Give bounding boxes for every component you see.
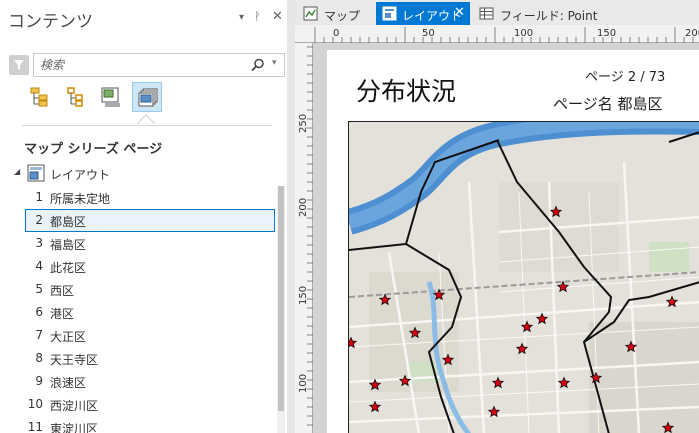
page-num: 6 bbox=[35, 305, 43, 319]
page-number-text[interactable]: ページ 2 / 73 bbox=[585, 66, 665, 85]
h-tick-label: 0 bbox=[333, 28, 339, 39]
page-num: 1 bbox=[35, 190, 43, 204]
page-list-item[interactable]: 7 大正区 bbox=[25, 324, 275, 347]
contents-pane: コンテンツ ▾ ᚹ ✕ ▾ bbox=[0, 0, 287, 433]
tab-fields[interactable]: フィールド: Point bbox=[473, 2, 603, 25]
scrollbar-thumb[interactable] bbox=[278, 186, 284, 411]
draw-order-icon bbox=[30, 87, 48, 107]
page-name: 都島区 bbox=[50, 215, 87, 229]
list-by-drawing-order-button[interactable] bbox=[24, 82, 54, 112]
list-map-frames-button[interactable] bbox=[96, 82, 126, 112]
page-name: 港区 bbox=[50, 307, 75, 321]
tab-label: レイアウト bbox=[402, 9, 463, 23]
page-list-item[interactable]: 1 所属未定地 bbox=[25, 186, 275, 209]
pane-scrollbar[interactable] bbox=[277, 186, 285, 433]
view-tab-bar: マップ レイアウト ✕ フィールド: Point bbox=[295, 0, 699, 25]
park-area bbox=[649, 242, 689, 272]
tree-root-label: レイアウト bbox=[50, 168, 111, 182]
page-num: 3 bbox=[35, 236, 43, 250]
page-list-item[interactable]: 6 港区 bbox=[25, 301, 275, 324]
pane-header: コンテンツ ▾ ᚹ ✕ bbox=[0, 0, 287, 38]
h-tick-label: 150 bbox=[597, 28, 616, 39]
page-list-item[interactable]: 4 此花区 bbox=[25, 255, 275, 278]
page-num: 8 bbox=[35, 351, 43, 365]
page-num: 4 bbox=[35, 259, 43, 273]
page-name: 天王寺区 bbox=[50, 353, 99, 367]
page-list-item[interactable]: 8 天王寺区 bbox=[25, 347, 275, 370]
collapse-arrow-icon[interactable]: ◢ bbox=[14, 167, 20, 176]
page-name: 浪速区 bbox=[50, 376, 87, 390]
horizontal-ruler[interactable]: 0 50 100 150 200 bbox=[295, 25, 699, 43]
v-tick-label: 250 bbox=[298, 114, 309, 133]
map-series-pages-icon bbox=[138, 88, 158, 107]
close-tab-button[interactable]: ✕ bbox=[454, 5, 465, 20]
page-list-item[interactable]: 5 西区 bbox=[25, 278, 275, 301]
vertical-ruler[interactable]: 250 200 150 100 bbox=[295, 43, 313, 433]
page-num: 7 bbox=[35, 328, 43, 342]
tree-root-layout[interactable]: ◢ レイアウト bbox=[14, 163, 274, 183]
layout-icon bbox=[27, 164, 45, 182]
h-tick-label: 50 bbox=[422, 28, 435, 39]
page-num: 5 bbox=[35, 282, 43, 296]
h-tick-label: 200 bbox=[685, 28, 699, 39]
tab-label: フィールド: Point bbox=[500, 9, 598, 23]
page-list: 1 所属未定地 2 都島区 3 福島区 4 此花区 5 西区 6 港区 7 大正区 8 天王寺区… bbox=[25, 186, 275, 433]
tab-layout[interactable]: レイアウト ✕ bbox=[376, 2, 470, 25]
tab-label: マップ bbox=[324, 9, 361, 23]
section-heading: マップ シリーズ ページ bbox=[24, 142, 163, 157]
table-icon bbox=[479, 7, 494, 20]
active-view-pointer bbox=[137, 114, 155, 124]
v-tick-label: 150 bbox=[298, 286, 309, 305]
pane-title: コンテンツ bbox=[8, 12, 93, 32]
map-image bbox=[349, 122, 699, 433]
pane-divider[interactable] bbox=[287, 0, 295, 433]
close-pane-button[interactable]: ✕ bbox=[272, 9, 283, 24]
search-input[interactable] bbox=[40, 57, 240, 73]
chevron-down-icon[interactable]: ▾ bbox=[272, 58, 277, 68]
page-num: 9 bbox=[35, 374, 43, 388]
page-name: 東淀川区 bbox=[50, 422, 99, 433]
filter-button[interactable] bbox=[9, 55, 29, 75]
view-separator bbox=[22, 125, 272, 126]
list-by-hierarchy-button[interactable] bbox=[60, 82, 90, 112]
page-name: 西区 bbox=[50, 284, 75, 298]
search-icon[interactable] bbox=[251, 58, 265, 72]
filter-icon bbox=[14, 60, 24, 70]
list-map-series-pages-button[interactable] bbox=[132, 82, 162, 112]
page-name: 此花区 bbox=[50, 261, 87, 275]
page-name: 福島区 bbox=[50, 238, 87, 252]
tab-map[interactable]: マップ bbox=[297, 2, 373, 25]
page-num: 10 bbox=[27, 397, 43, 411]
vertical-ruler-scale: 250 200 150 100 bbox=[298, 46, 313, 426]
pane-menu-button[interactable]: ▾ bbox=[239, 12, 244, 23]
v-tick-label: 200 bbox=[298, 198, 309, 217]
page-num: 11 bbox=[27, 420, 43, 433]
page-name: 西淀川区 bbox=[50, 399, 99, 413]
map-frame[interactable] bbox=[348, 121, 699, 433]
layout-title-text[interactable]: 分布状況 bbox=[356, 72, 456, 108]
page-list-item[interactable]: 2 都島区 bbox=[25, 209, 275, 232]
horizontal-ruler-scale: 0 50 100 150 200 bbox=[314, 27, 699, 43]
page-list-item[interactable]: 9 浪速区 bbox=[25, 370, 275, 393]
h-tick-label: 100 bbox=[514, 28, 533, 39]
page-name: 大正区 bbox=[50, 330, 87, 344]
map-icon bbox=[303, 6, 318, 21]
layout-icon bbox=[382, 6, 397, 21]
page-list-item[interactable]: 3 福島区 bbox=[25, 232, 275, 255]
page-list-item[interactable]: 11 東淀川区 bbox=[25, 416, 275, 433]
v-tick-label: 100 bbox=[298, 374, 309, 393]
map-frames-icon bbox=[101, 87, 120, 107]
page-num: 2 bbox=[35, 213, 43, 227]
page-list-item[interactable]: 10 西淀川区 bbox=[25, 393, 275, 416]
tree-hierarchy-icon bbox=[67, 87, 83, 107]
page-name: 所属未定地 bbox=[50, 192, 111, 206]
search-box[interactable]: ▾ bbox=[33, 53, 285, 77]
pin-icon[interactable]: ᚹ bbox=[254, 10, 261, 23]
page-name-text[interactable]: ページ名 都島区 bbox=[553, 93, 662, 114]
